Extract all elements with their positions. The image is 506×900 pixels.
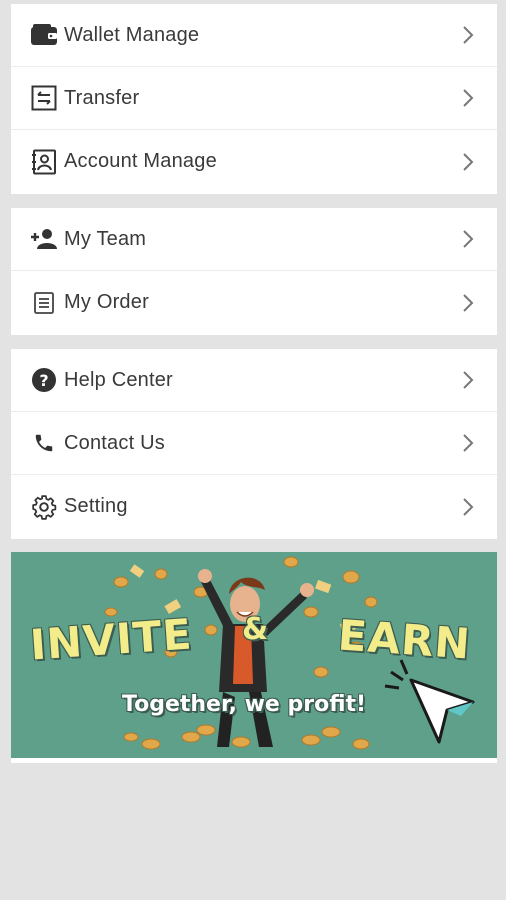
transfer-icon — [30, 84, 58, 112]
chevron-right-icon — [463, 371, 474, 389]
chevron-right-icon — [463, 152, 474, 171]
menu-item-my-team[interactable]: My Team — [11, 208, 497, 271]
banner-tagline: Together, we profit! — [122, 692, 367, 717]
menu-item-account-manage[interactable]: Account Manage — [11, 130, 497, 193]
menu-group-support: ? Help Center Contact Us Setting — [11, 349, 497, 539]
menu-item-label: Setting — [64, 495, 128, 517]
menu-item-transfer[interactable]: Transfer — [11, 67, 497, 130]
menu-item-contact-us[interactable]: Contact Us — [11, 412, 497, 475]
menu-group-team: My Team My Order — [11, 208, 497, 335]
banner-title-earn: EARN — [336, 610, 473, 669]
banner-title-ampersand: & — [242, 612, 270, 647]
menu-item-wallet-manage[interactable]: Wallet Manage — [11, 4, 497, 67]
gear-icon — [30, 493, 58, 521]
wallet-icon — [30, 21, 58, 49]
order-list-icon — [30, 289, 58, 317]
chevron-right-icon — [463, 26, 474, 44]
menu-item-label: My Order — [64, 291, 149, 313]
menu-item-label: Transfer — [64, 86, 140, 109]
chevron-right-icon — [463, 434, 474, 452]
menu-item-setting[interactable]: Setting — [11, 475, 497, 538]
menu-item-label: Help Center — [64, 368, 173, 391]
menu-item-label: Wallet Manage — [64, 23, 200, 46]
menu-item-my-order[interactable]: My Order — [11, 271, 497, 334]
chevron-right-icon — [463, 89, 474, 107]
chevron-right-icon — [463, 497, 474, 516]
add-person-icon — [30, 225, 58, 253]
account-icon — [30, 148, 58, 176]
menu-item-label: Account Manage — [64, 150, 217, 172]
chevron-right-icon — [463, 230, 474, 248]
menu-item-label: Contact Us — [64, 431, 165, 454]
svg-text:?: ? — [39, 371, 48, 390]
banner-divider — [11, 758, 497, 763]
phone-icon — [30, 429, 58, 457]
help-icon: ? — [30, 366, 58, 394]
menu-item-help-center[interactable]: ? Help Center — [11, 349, 497, 412]
chevron-right-icon — [463, 293, 474, 312]
menu-item-label: My Team — [64, 227, 147, 250]
menu-group-account: Wallet Manage Transfer Account Manage — [11, 4, 497, 194]
